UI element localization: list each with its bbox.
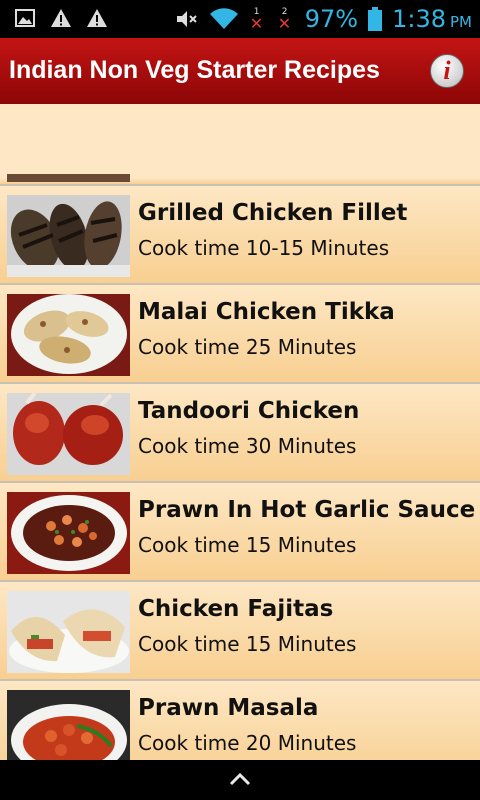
clock-time: 1:38 bbox=[392, 5, 446, 33]
recipe-name: Malai Chicken Tikka bbox=[138, 299, 395, 325]
notification-icons bbox=[14, 7, 108, 29]
recipe-name: Tandoori Chicken bbox=[138, 398, 360, 424]
info-icon: i bbox=[443, 56, 451, 85]
app-title: Indian Non Veg Starter Recipes bbox=[9, 56, 380, 84]
system-icons: 1 ✕ 2 ✕ 97% 1:38 PM bbox=[175, 0, 472, 38]
recipe-thumbnail bbox=[7, 294, 130, 376]
chevron-up-icon[interactable] bbox=[229, 772, 251, 786]
recipe-thumbnail bbox=[7, 690, 130, 760]
battery-percent: 97% bbox=[304, 5, 359, 33]
sim2-no-signal-icon: 2 ✕ bbox=[277, 7, 292, 33]
list-item[interactable]: Tandoori Chicken Cook time 30 Minutes bbox=[0, 384, 480, 483]
recipe-list[interactable]: Grilled Chicken Fillet Cook time 10-15 M… bbox=[0, 174, 480, 760]
recipe-list-screen: Grilled Chicken Fillet Cook time 10-15 M… bbox=[0, 104, 480, 760]
warning-icon bbox=[87, 9, 107, 27]
image-icon bbox=[15, 9, 35, 27]
ad-banner-area bbox=[0, 104, 480, 178]
info-button[interactable]: i bbox=[430, 54, 464, 88]
list-item[interactable]: Chicken Fajitas Cook time 15 Minutes bbox=[0, 582, 480, 681]
cook-time: Cook time 20 Minutes bbox=[138, 731, 357, 755]
cook-time: Cook time 30 Minutes bbox=[138, 434, 357, 458]
mute-icon bbox=[176, 11, 197, 27]
battery-icon bbox=[368, 7, 383, 31]
status-bar: 1 ✕ 2 ✕ 97% 1:38 PM bbox=[0, 0, 480, 38]
cook-time: Cook time 10-15 Minutes bbox=[138, 236, 390, 260]
recipe-thumbnail bbox=[7, 492, 130, 574]
action-bar: Indian Non Veg Starter Recipes i bbox=[0, 38, 480, 104]
wifi-icon bbox=[209, 8, 238, 30]
recipe-thumbnail bbox=[7, 195, 130, 277]
list-item[interactable]: Grilled Chicken Fillet Cook time 10-15 M… bbox=[0, 186, 480, 285]
cook-time: Cook time 15 Minutes bbox=[138, 632, 357, 656]
recipe-name: Grilled Chicken Fillet bbox=[138, 200, 408, 226]
clock-ampm: PM bbox=[450, 13, 472, 31]
list-item[interactable]: Prawn In Hot Garlic Sauce Cook time 15 M… bbox=[0, 483, 480, 582]
cook-time: Cook time 15 Minutes bbox=[138, 533, 357, 557]
list-item[interactable]: Prawn Masala Cook time 20 Minutes bbox=[0, 681, 480, 760]
list-item[interactable]: Malai Chicken Tikka Cook time 25 Minutes bbox=[0, 285, 480, 384]
recipe-thumbnail bbox=[7, 591, 130, 673]
recipe-name: Chicken Fajitas bbox=[138, 596, 334, 622]
cook-time: Cook time 25 Minutes bbox=[138, 335, 357, 359]
recipe-thumbnail bbox=[7, 174, 130, 182]
list-item-partial[interactable] bbox=[0, 174, 480, 186]
navigation-bar bbox=[0, 760, 480, 800]
warning-icon bbox=[51, 9, 71, 27]
sim1-no-signal-icon: 1 ✕ bbox=[249, 7, 264, 33]
recipe-thumbnail bbox=[7, 393, 130, 475]
recipe-name: Prawn Masala bbox=[138, 695, 319, 721]
recipe-name: Prawn In Hot Garlic Sauce bbox=[138, 497, 476, 523]
